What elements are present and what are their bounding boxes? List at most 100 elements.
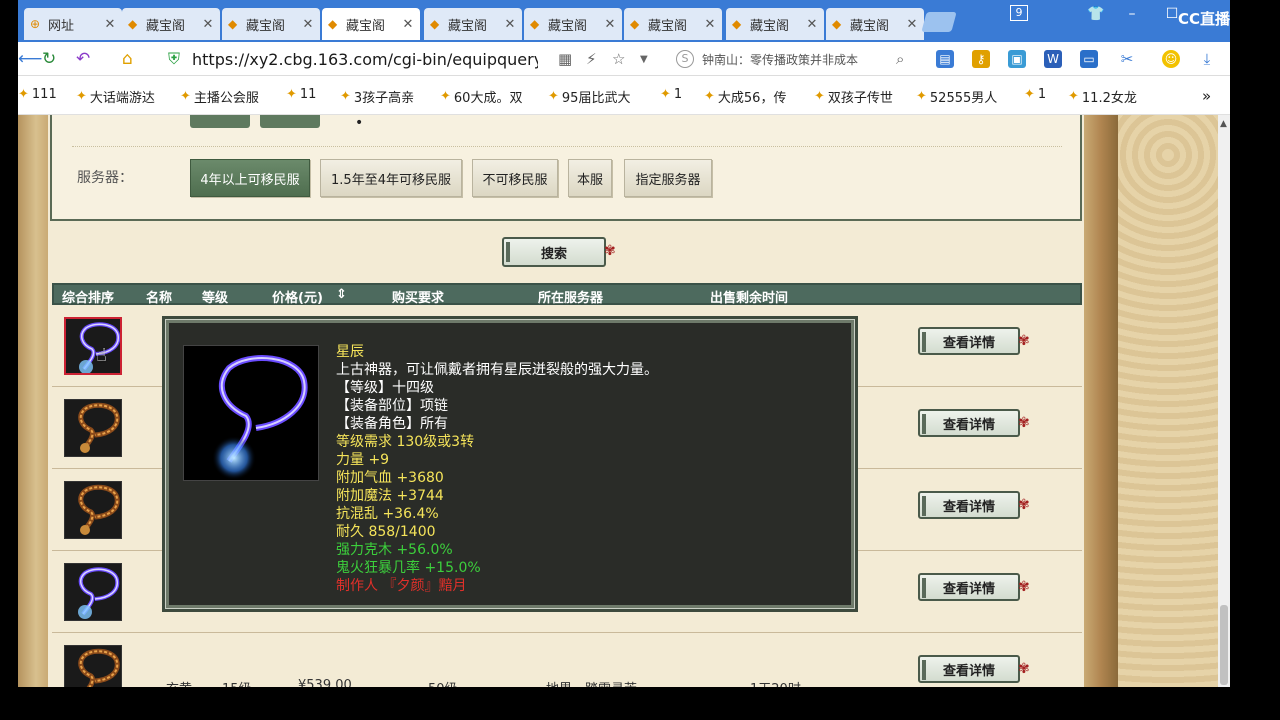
tab-count-badge[interactable]: 9 xyxy=(1010,5,1028,21)
ext-doc-icon[interactable]: ▤ xyxy=(936,50,954,68)
column-header[interactable]: 购买要求 xyxy=(392,287,444,306)
url-text[interactable]: https://xy2.cbg.163.com/cgi-bin/equipque… xyxy=(192,50,538,69)
chevron-down-icon[interactable]: ▼ xyxy=(640,54,648,65)
bookmark-item[interactable]: ✦ 52555男人 xyxy=(916,87,997,106)
emoji-icon[interactable]: ☺ xyxy=(1162,50,1180,68)
bookmark-item[interactable]: ✦ 3孩子高亲 xyxy=(340,87,414,106)
tab-6[interactable]: ◆ 藏宝阁 ✕ xyxy=(624,8,722,40)
tab-0[interactable]: ⊕ 网址 ✕ xyxy=(24,8,122,40)
bullet: • xyxy=(355,115,364,131)
server-option-button[interactable]: 指定服务器 xyxy=(624,159,712,197)
screen-icon[interactable]: ▭ xyxy=(1080,50,1098,68)
column-header[interactable]: 等级 xyxy=(202,287,228,306)
close-icon[interactable]: ✕ xyxy=(300,17,316,32)
tooltip-line: 制作人 『夕颜』黯月 xyxy=(336,578,467,594)
cell-server: 地界一踏雪寻芳 xyxy=(546,678,637,687)
back-arrow-icon[interactable]: ⟵ xyxy=(18,49,42,69)
word-icon[interactable]: W xyxy=(1044,50,1062,68)
bookmark-label: 95届比武大 xyxy=(561,91,631,106)
tab-2[interactable]: ◆ 藏宝阁 ✕ xyxy=(222,8,320,40)
server-label: 服务器： xyxy=(77,170,133,186)
lightning-icon[interactable]: ⚡ xyxy=(586,50,597,68)
bookmark-item[interactable]: ✦ 1 xyxy=(1024,87,1046,102)
filter-option-button[interactable] xyxy=(260,115,320,128)
column-header[interactable]: 出售剩余时间 xyxy=(710,287,788,306)
tab-1[interactable]: ◆ 藏宝阁 ✕ xyxy=(122,8,220,40)
bookmark-item[interactable]: ✦ 双孩子传世 xyxy=(814,87,893,106)
close-icon[interactable]: ✕ xyxy=(904,17,920,32)
key-icon[interactable]: ⚷ xyxy=(972,50,990,68)
bookmark-item[interactable]: ✦ 大成56，传 xyxy=(704,87,786,106)
column-header[interactable]: 所在服务器 xyxy=(538,287,603,306)
item-thumbnail[interactable] xyxy=(64,563,122,621)
server-option-button[interactable]: 1.5年至4年可移民服 xyxy=(320,159,462,197)
vertical-scrollbar[interactable]: ▲ xyxy=(1218,115,1230,687)
bookmark-item[interactable]: ✦ 95届比武大 xyxy=(548,87,630,106)
filter-option-button[interactable] xyxy=(190,115,250,128)
home-icon[interactable]: ⌂ xyxy=(122,49,133,69)
screen: ⊕ 网址 ✕ ◆ 藏宝阁 ✕ ◆ 藏宝阁 ✕ ◆ 藏宝阁 ✕ ◆ 藏宝阁 ✕ ◆ 藏宝阁 ✕ ◆ 藏宝阁 ✕ ◆ 藏宝阁 ✕ ◆… xyxy=(0,0,1280,720)
search-box[interactable]: S 钟南山：零传播政策并非成本 xyxy=(676,48,916,70)
tab-3[interactable]: ◆ 藏宝阁 ✕ xyxy=(322,8,420,40)
undo-icon[interactable]: ↶ xyxy=(76,49,90,69)
refresh-icon[interactable]: ↻ xyxy=(42,49,56,69)
close-icon[interactable]: ✕ xyxy=(602,17,618,32)
view-detail-button[interactable]: 查看详情 xyxy=(918,573,1020,601)
item-thumbnail[interactable] xyxy=(64,399,122,457)
bookmark-label: 60大成。双 xyxy=(453,91,523,106)
bookmark-item[interactable]: ✦ 大话端游达 xyxy=(76,87,155,106)
cell-time: 1天20时 xyxy=(750,678,801,687)
bookmark-item[interactable]: ✦ 1 xyxy=(660,87,682,102)
column-header[interactable]: 综合排序 xyxy=(62,287,114,306)
star-icon[interactable]: ☆ xyxy=(612,50,625,68)
tab-5[interactable]: ◆ 藏宝阁 ✕ xyxy=(524,8,622,40)
close-icon[interactable]: ✕ xyxy=(400,17,416,32)
item-thumbnail[interactable] xyxy=(64,645,122,687)
tab-4[interactable]: ◆ 藏宝阁 ✕ xyxy=(424,8,522,40)
bookmark-item[interactable]: ✦ 111 xyxy=(18,87,57,102)
download-icon[interactable]: ⤓ xyxy=(1198,50,1216,68)
view-detail-button[interactable]: 查看详情 xyxy=(918,655,1020,683)
minimize-icon[interactable]: – xyxy=(1122,6,1142,22)
tab-7[interactable]: ◆ 藏宝阁 ✕ xyxy=(726,8,824,40)
new-tab-button[interactable] xyxy=(921,12,957,32)
grid-icon[interactable]: ▦ xyxy=(558,50,572,68)
ext-app-icon[interactable]: ▣ xyxy=(1008,50,1026,68)
column-header[interactable]: 价格(元) xyxy=(272,287,323,306)
more-bookmarks-icon[interactable]: » xyxy=(1202,87,1211,105)
close-icon[interactable]: ✕ xyxy=(200,17,216,32)
search-button[interactable]: 搜索 xyxy=(502,237,606,267)
bookmark-item[interactable]: ✦ 11 xyxy=(286,87,316,102)
view-detail-button[interactable]: 查看详情 xyxy=(918,327,1020,355)
bookmark-item[interactable]: ✦ 主播公会服 xyxy=(180,87,259,106)
view-detail-button[interactable]: 查看详情 xyxy=(918,491,1020,519)
close-icon[interactable]: ✕ xyxy=(102,17,118,32)
tassel-icon: ✾ xyxy=(1018,579,1030,595)
bookmark-label: 11 xyxy=(299,87,317,102)
sort-updown-icon[interactable]: ⇕ xyxy=(336,287,347,302)
item-thumbnail[interactable] xyxy=(64,317,122,375)
bookmark-label: 大成56，传 xyxy=(717,91,787,106)
tooltip-line: 鬼火狂暴几率 +15.0% xyxy=(336,560,481,576)
scroll-thumb[interactable] xyxy=(1220,605,1228,685)
view-detail-button[interactable]: 查看详情 xyxy=(918,409,1020,437)
server-option-button[interactable]: 4年以上可移民服 xyxy=(190,159,310,197)
close-icon[interactable]: ✕ xyxy=(702,17,718,32)
url-box[interactable]: ⛨ https://xy2.cbg.163.com/cgi-bin/equipq… xyxy=(168,46,648,72)
bookmarks-bar: ✦ 111 ✦ 大话端游达 ✦ 主播公会服 ✦ 11 ✦ 3孩子高亲 ✦ 60大成。双 ✦ 95届比武大 ✦… xyxy=(18,77,1230,115)
search-icon[interactable]: ⌕ xyxy=(896,50,904,68)
item-thumbnail[interactable] xyxy=(64,481,122,539)
server-option-button[interactable]: 不可移民服 xyxy=(472,159,558,197)
bookmark-item[interactable]: ✦ 60大成。双 xyxy=(440,87,522,106)
server-option-button[interactable]: 本服 xyxy=(568,159,612,197)
table-row[interactable]: 玄黄 15级 ¥539.00 50级 地界一踏雪寻芳 1天20时 查看详情 ✾ xyxy=(52,633,1082,687)
scroll-up-icon[interactable]: ▲ xyxy=(1220,119,1227,129)
bookmark-item[interactable]: ✦ 11.2女龙 xyxy=(1068,87,1137,106)
column-header[interactable]: 名称 xyxy=(146,287,172,306)
scissors-icon[interactable]: ✂ xyxy=(1118,50,1136,68)
shirt-icon[interactable]: 👕 xyxy=(1086,6,1106,22)
close-icon[interactable]: ✕ xyxy=(502,17,518,32)
close-icon[interactable]: ✕ xyxy=(804,17,820,32)
bookmark-icon: ✦ xyxy=(440,89,451,104)
tab-8[interactable]: ◆ 藏宝阁 ✕ xyxy=(826,8,924,40)
